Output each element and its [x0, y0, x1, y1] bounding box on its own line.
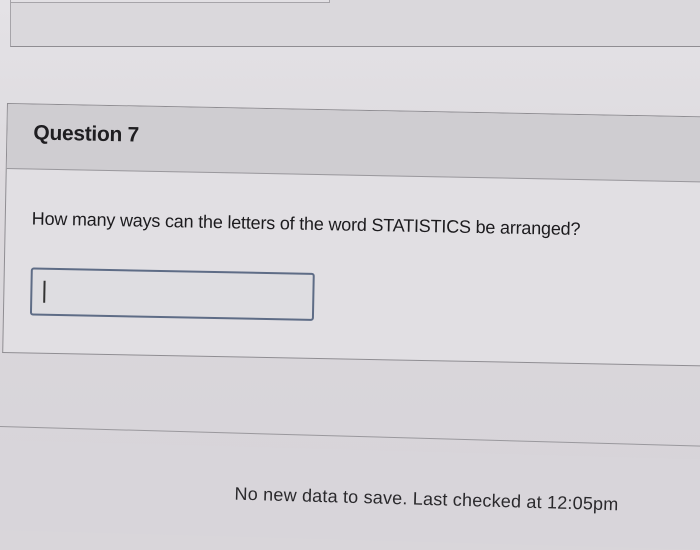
save-status-text: No new data to save. Last checked at 12:… — [234, 483, 619, 515]
previous-question-card — [10, 0, 700, 47]
question-text: How many ways can the letters of the wor… — [31, 208, 581, 240]
question-title: Question 7 — [33, 121, 140, 147]
text-cursor — [43, 280, 46, 303]
save-status-bar: No new data to save. Last checked at 12:… — [0, 440, 700, 550]
answer-input[interactable] — [29, 267, 315, 321]
quiz-page: Question 7 How many ways can the letters… — [0, 0, 700, 550]
question-card: Question 7 How many ways can the letters… — [2, 103, 700, 367]
question-header: Question 7 — [6, 104, 700, 183]
previous-answer-box-edge — [10, 0, 330, 3]
